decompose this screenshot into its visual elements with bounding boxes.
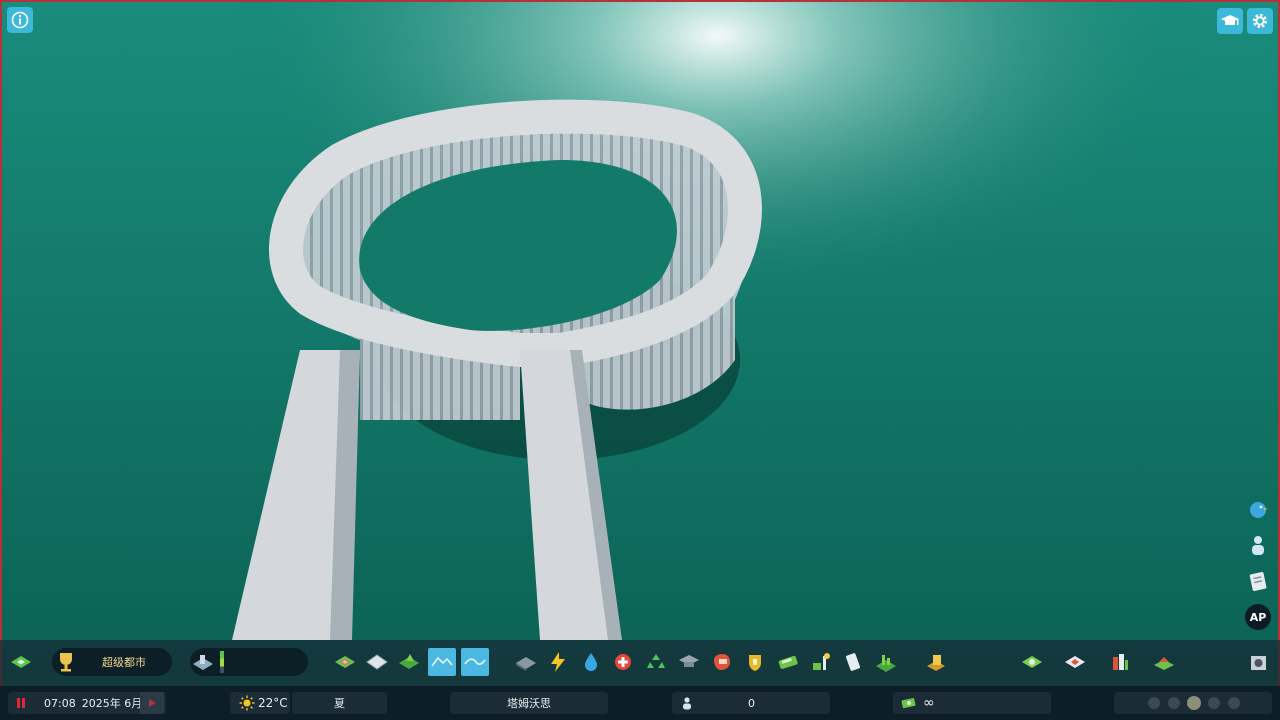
temperature: 22°C (258, 696, 288, 710)
toolbar-recycling-button[interactable] (643, 649, 669, 675)
toolbar-industry-button[interactable] (808, 649, 834, 675)
toolbar-education-button[interactable] (676, 649, 702, 675)
toolbar-police-button[interactable] (709, 649, 735, 675)
happiness-slot-5 (1228, 697, 1240, 709)
play-icon (149, 699, 156, 707)
toolbar-fire-button[interactable] (742, 649, 768, 675)
zoning-icon (335, 656, 355, 668)
education-icon (679, 655, 699, 667)
info-icon (11, 11, 29, 29)
map-tiles-icon (1022, 656, 1042, 668)
toolbar-signature-button[interactable] (873, 649, 899, 675)
toolbar-electricity-button[interactable] (545, 649, 571, 675)
graduation-cap-icon (1221, 15, 1239, 25)
landmark-icon (1154, 657, 1174, 670)
chirper-button[interactable] (1245, 496, 1271, 522)
happiness-display[interactable] (1114, 692, 1272, 714)
toolbar-city-services-button[interactable] (1107, 649, 1133, 675)
happiness-slot-4 (1208, 697, 1220, 709)
bird-icon (1250, 502, 1268, 518)
pause-icon (17, 698, 25, 708)
happiness-slot-2 (1168, 697, 1180, 709)
toolbar-water-button[interactable] (578, 649, 604, 675)
communication-icon (845, 653, 861, 671)
areas-icon (366, 654, 388, 670)
pause-button[interactable] (8, 692, 34, 714)
recycling-icon (647, 654, 665, 668)
statistics-icon (1065, 656, 1085, 668)
transport-icon (778, 655, 798, 670)
electricity-icon (551, 652, 565, 672)
progress-level-meter (220, 651, 224, 673)
population: 0 (748, 696, 755, 710)
toolbar-map-tiles-button[interactable] (1019, 649, 1045, 675)
photo-mode-button[interactable] (1245, 649, 1271, 675)
toolbar-ring-road-button[interactable] (923, 649, 949, 675)
weather-display[interactable]: 22°C (230, 692, 290, 714)
industry-icon (813, 653, 830, 670)
speed-button[interactable] (140, 692, 164, 714)
info-button[interactable] (7, 7, 33, 33)
toolbar-zoning-button[interactable] (332, 649, 358, 675)
signature-icon (876, 655, 896, 672)
parks-icon (516, 657, 536, 671)
season-display: 夏 (292, 692, 387, 714)
toolbar-roads-button[interactable] (8, 649, 34, 675)
toolbar-areas-button[interactable] (364, 649, 390, 675)
game-time: 07:08 (44, 696, 76, 710)
photo-mode-icon (1251, 656, 1266, 670)
status-bar (0, 686, 1280, 720)
ap-badge-button[interactable]: AP (1245, 604, 1271, 630)
citizen-icon (1252, 536, 1264, 555)
water-tool-icon (464, 658, 486, 665)
happiness-face-icon (1187, 696, 1201, 710)
toolbar-landscaping-button[interactable] (396, 649, 422, 675)
toolbar-health-button[interactable] (610, 649, 636, 675)
money-display[interactable]: ∞ (893, 692, 1051, 714)
terrain-icon (431, 656, 453, 667)
ring-road-icon (927, 655, 945, 671)
city-name: 塔姆沃思 (507, 697, 551, 710)
side-info-panel: AP (1244, 496, 1272, 630)
police-icon (714, 654, 730, 670)
fire-icon (749, 655, 761, 671)
city-name-display[interactable]: 塔姆沃思 (450, 692, 608, 714)
journal-button[interactable] (1245, 568, 1271, 594)
health-icon (615, 654, 631, 670)
happiness-slot-1 (1148, 697, 1160, 709)
journal-icon (1249, 571, 1267, 591)
population-display[interactable]: 0 (672, 692, 830, 714)
money: ∞ (923, 695, 935, 711)
roads-icon (11, 656, 31, 668)
gear-icon (1252, 13, 1268, 29)
citizen-button[interactable] (1245, 532, 1271, 558)
sun-icon (239, 695, 255, 711)
landscaping-icon (399, 654, 419, 669)
money-icon (901, 698, 916, 709)
toolbar-water-tool-button[interactable] (461, 648, 489, 676)
water-icon (585, 653, 597, 671)
tutorials-button[interactable] (1217, 8, 1243, 34)
season: 夏 (334, 697, 345, 710)
trophy-icon (54, 650, 78, 678)
population-icon (683, 697, 691, 710)
toolbar-terrain-button[interactable] (428, 648, 456, 676)
city-development-icon (190, 650, 216, 678)
toolbar-parks-button[interactable] (513, 649, 539, 675)
milestone-label: 超级都市 (102, 656, 146, 669)
settings-button[interactable] (1247, 8, 1273, 34)
toolbar-communication-button[interactable] (840, 649, 866, 675)
toolbar-transport-button[interactable] (775, 649, 801, 675)
game-date: 2025年 6月 (81, 697, 143, 710)
time-controls: 07:08 2025年 6月 (8, 692, 166, 714)
game-viewport[interactable] (0, 0, 1280, 720)
toolbar-landmark-button[interactable] (1151, 649, 1177, 675)
toolbar-statistics-button[interactable] (1062, 649, 1088, 675)
city-services-icon (1113, 654, 1128, 670)
